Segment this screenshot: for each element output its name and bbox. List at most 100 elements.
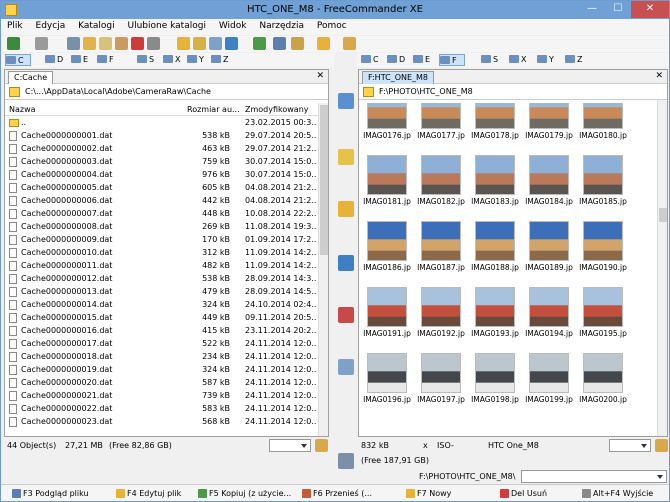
right-path-bar[interactable]: F:\PHOTO\HTC_ONE_M8 — [359, 85, 667, 100]
thumbnail-view-icon[interactable] — [225, 37, 238, 50]
file-row[interactable]: Cache0000000022.dat 583 kB 24.11.2014 12:0… — [5, 403, 318, 416]
drive-z-left[interactable]: Z — [211, 54, 237, 66]
drive-x-left[interactable]: X — [163, 54, 189, 66]
thumbnail-item[interactable]: IMAG0191.jp — [361, 287, 413, 341]
file-row[interactable]: Cache0000000001.dat 538 kB 29.07.2014 20:5… — [5, 130, 318, 143]
drive-s-right[interactable]: S — [481, 54, 507, 66]
left-filter-combo[interactable] — [269, 439, 311, 452]
left-scrollbar[interactable] — [318, 103, 328, 436]
file-row[interactable]: Cache0000000003.dat 759 kB 30.07.2014 15:0… — [5, 156, 318, 169]
left-path-bar[interactable]: C:\...\AppData\Local\Adobe\CameraRaw\Cac… — [5, 85, 328, 100]
right-filter-icon[interactable] — [655, 439, 668, 452]
file-row[interactable]: Cache0000000014.dat 324 kB 24.10.2014 02:4… — [5, 299, 318, 312]
properties-icon[interactable] — [147, 37, 160, 50]
thumbnail-item[interactable]: IMAG0188.jp — [469, 221, 521, 275]
f7-new-button[interactable]: F7 Nowy — [405, 487, 451, 500]
drive-c-right[interactable]: C — [361, 54, 387, 66]
parent-folder-row[interactable]: .. 23.02.2015 00:3.. — [5, 117, 318, 130]
drive-d-left[interactable]: D — [45, 54, 71, 66]
file-row[interactable]: Cache0000000020.dat 587 kB 24.11.2014 12:0… — [5, 377, 318, 390]
column-name[interactable]: Nazwa — [9, 105, 36, 114]
file-row[interactable]: Cache0000000005.dat 605 kB 04.08.2014 21:2… — [5, 182, 318, 195]
alt-f4-exit-button[interactable]: Alt+F4 Wyjście — [581, 487, 653, 500]
file-row[interactable]: Cache0000000006.dat 442 kB 04.08.2014 21:2… — [5, 195, 318, 208]
refresh-icon[interactable] — [253, 37, 266, 50]
forward-icon[interactable] — [35, 37, 48, 50]
thumbnail-item[interactable]: IMAG0182.jp — [415, 155, 467, 209]
star-icon[interactable] — [338, 201, 354, 217]
file-row[interactable]: Cache0000000013.dat 479 kB 28.09.2014 14:5… — [5, 286, 318, 299]
right-scrollbar[interactable] — [657, 100, 667, 436]
file-row[interactable]: Cache0000000004.dat 976 kB 30.07.2014 15:0… — [5, 169, 318, 182]
column-size[interactable]: Rozmiar au... — [187, 105, 240, 114]
thumbnail-item[interactable]: IMAG0186.jp — [361, 221, 413, 275]
drive-x-right[interactable]: X — [509, 54, 535, 66]
thumbnail-item[interactable]: IMAG0198.jp — [469, 353, 521, 407]
folder-icon[interactable] — [317, 37, 330, 50]
thumbnail-item[interactable]: IMAG0192.jp — [415, 287, 467, 341]
right-filter-combo[interactable] — [609, 439, 651, 452]
drive-f-right[interactable]: F — [439, 54, 465, 66]
file-row[interactable]: Cache0000000011.dat 482 kB 11.09.2014 14:2… — [5, 260, 318, 273]
favorites-icon[interactable] — [291, 37, 304, 50]
menu-katalogi[interactable]: Katalogi — [72, 19, 119, 31]
command-line-input[interactable] — [521, 470, 667, 483]
folder-icon[interactable] — [338, 149, 354, 165]
thumbnail-item[interactable]: IMAG0185.jp — [577, 155, 629, 209]
menu-plik[interactable]: Plik — [1, 19, 27, 31]
menu-narzedzia[interactable]: Narzędzia — [253, 19, 308, 31]
delete-icon[interactable] — [131, 37, 144, 50]
thumbnail-item[interactable]: IMAG0179.jp — [523, 103, 575, 143]
drive-c-left[interactable]: C — [5, 54, 31, 66]
thumbnail-item[interactable]: IMAG0194.jp — [523, 287, 575, 341]
search-icon[interactable] — [338, 359, 354, 375]
file-row[interactable]: Cache0000000002.dat 463 kB 29.07.2014 21:2… — [5, 143, 318, 156]
file-row[interactable]: Cache0000000009.dat 170 kB 01.09.2014 17:2… — [5, 234, 318, 247]
drive-s-left[interactable]: S — [137, 54, 163, 66]
drive-e-left[interactable]: E — [71, 54, 97, 66]
file-row[interactable]: Cache0000000012.dat 538 kB 28.09.2014 14:3… — [5, 273, 318, 286]
compare-icon[interactable] — [193, 37, 206, 50]
file-row[interactable]: Cache0000000023.dat 568 kB 24.11.2014 12:0… — [5, 416, 318, 429]
scroll-thumb[interactable] — [659, 208, 667, 222]
menu-ulubione-katalogi[interactable]: Ulubione katalogi — [122, 19, 210, 31]
thumbnail-item[interactable]: IMAG0189.jp — [523, 221, 575, 275]
archive-icon[interactable] — [343, 37, 356, 50]
menu-widok[interactable]: Widok — [213, 19, 251, 31]
thumbnail-item[interactable]: IMAG0178.jp — [469, 103, 521, 143]
thumbnail-item[interactable]: IMAG0190.jp — [577, 221, 629, 275]
move-icon[interactable] — [115, 37, 128, 50]
thumbnail-item[interactable]: IMAG0200.jp — [577, 353, 629, 407]
thumbnail-item[interactable]: IMAG0177.jp — [415, 103, 467, 143]
close-tab-icon[interactable]: ✕ — [316, 71, 324, 81]
thumbnail-item[interactable]: IMAG0197.jp — [415, 353, 467, 407]
f6-move-button[interactable]: F6 Przenieś (... — [301, 487, 372, 500]
thumbnail-item[interactable]: IMAG0184.jp — [523, 155, 575, 209]
thumbnail-item[interactable]: IMAG0196.jp — [361, 353, 413, 407]
file-row[interactable]: Cache0000000015.dat 449 kB 09.11.2014 20:5… — [5, 312, 318, 325]
view-icon[interactable] — [67, 37, 80, 50]
tree-icon[interactable] — [273, 37, 286, 50]
close-button[interactable]: ✕ — [631, 1, 669, 18]
minimize-button[interactable]: — — [579, 1, 605, 18]
thumbnail-item[interactable]: IMAG0199.jp — [523, 353, 575, 407]
file-row[interactable]: Cache0000000017.dat 522 kB 24.11.2014 12:0… — [5, 338, 318, 351]
thumbnail-item[interactable]: IMAG0193.jp — [469, 287, 521, 341]
menu-pomoc[interactable]: Pomoc — [311, 19, 351, 31]
del-delete-button[interactable]: Del Usuń — [499, 487, 547, 500]
file-row[interactable]: Cache0000000021.dat 739 kB 24.11.2014 12:0… — [5, 390, 318, 403]
back-icon[interactable] — [7, 37, 20, 50]
menu-edycja[interactable]: Edycja — [30, 19, 70, 31]
file-row[interactable]: Cache0000000010.dat 312 kB 11.09.2014 14:2… — [5, 247, 318, 260]
f5-copy-button[interactable]: F5 Kopiuj (z użycie... — [197, 487, 291, 500]
move-left-icon[interactable] — [338, 307, 354, 323]
tab-htc-one-m8[interactable]: F:HTC_ONE_M8 — [362, 71, 435, 84]
edit-icon[interactable] — [83, 37, 96, 50]
filter-icon[interactable] — [209, 37, 222, 50]
drive-f-left[interactable]: F — [97, 54, 123, 66]
trash-icon[interactable] — [338, 453, 354, 469]
thumbnail-item[interactable]: IMAG0180.jp — [577, 103, 629, 143]
drive-y-right[interactable]: Y — [537, 54, 563, 66]
copy-left-icon[interactable] — [338, 255, 354, 271]
close-tab-icon[interactable]: ✕ — [655, 71, 663, 81]
